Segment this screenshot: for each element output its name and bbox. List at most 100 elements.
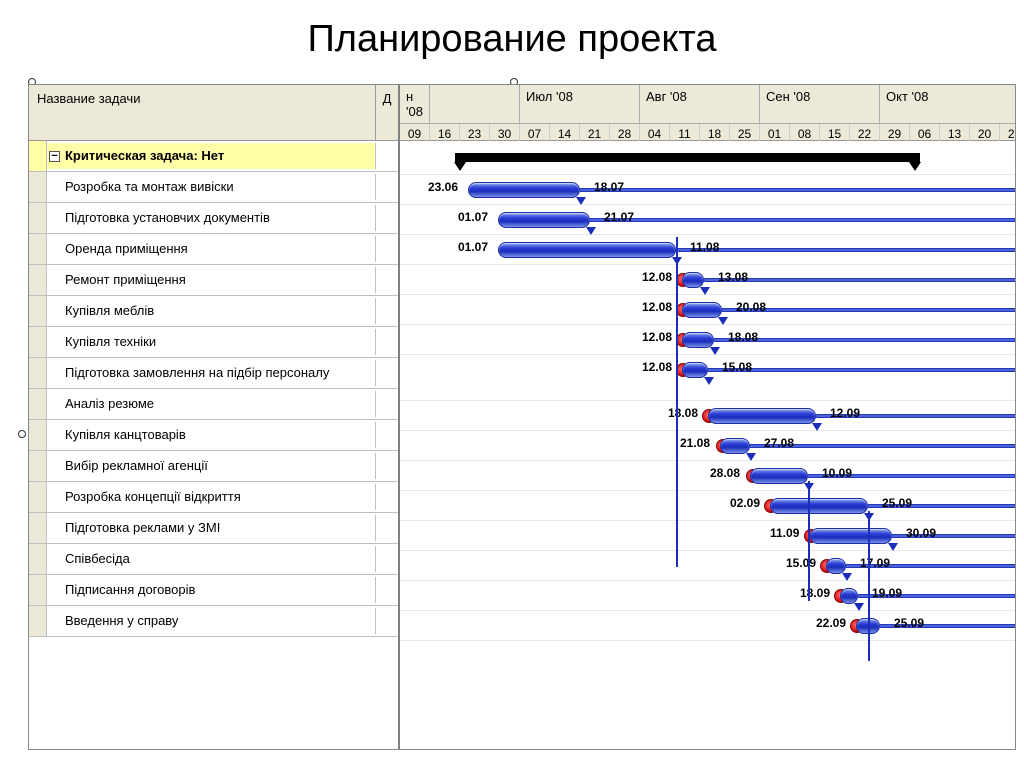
task-bar[interactable] [682,362,708,378]
timescale-days: 0916233007142128041118250108152229061320… [400,124,1015,141]
timescale-months: н '08Июл '08Авг '08Сен '08Окт '08 [400,85,1015,124]
duration-cell [376,575,398,605]
task-row[interactable]: Розробка та монтаж вивіски [29,172,398,203]
bar-end-date: 25.09 [894,616,924,630]
day-cell: 07 [520,124,550,141]
task-bar[interactable] [708,408,816,424]
task-name-cell[interactable]: Купівля меблів [47,298,376,324]
task-bar[interactable] [840,588,858,604]
bar-end-date: 25.09 [882,496,912,510]
task-row[interactable]: Розробка концепції відкриття [29,482,398,513]
gantt-timescale: н '08Июл '08Авг '08Сен '08Окт '08 091623… [400,85,1015,141]
day-cell: 20 [970,124,1000,141]
task-bar[interactable] [770,498,868,514]
duration-cell [376,141,398,171]
duration-cell [376,544,398,574]
task-bar[interactable] [498,242,676,258]
task-table-header: Название задачи Д [29,85,398,141]
task-name-cell[interactable]: Введення у справу [47,608,376,634]
bar-start-date: 18.09 [800,586,830,600]
day-cell: 15 [820,124,850,141]
gantt-row: 18.0812.09 [400,401,1015,431]
task-name-cell[interactable]: Розробка концепції відкриття [47,484,376,510]
day-cell: 23 [460,124,490,141]
collapse-toggle-icon[interactable]: − [49,151,60,162]
day-cell: 21 [580,124,610,141]
task-row[interactable]: Купівля техніки [29,327,398,358]
dependency-arrow-icon [576,197,586,205]
task-row[interactable]: Введення у справу [29,606,398,637]
indicator-cell [29,327,47,357]
bar-start-date: 02.09 [730,496,760,510]
task-table: Название задачи Д −Критическая задача: Н… [29,85,400,749]
column-header-name[interactable]: Название задачи [29,85,376,140]
task-row[interactable]: Аналіз резюме [29,389,398,420]
task-name-cell[interactable]: Розробка та монтаж вивіски [47,174,376,200]
task-row[interactable]: Підготовка реклами у ЗМІ [29,513,398,544]
task-row[interactable]: Купівля меблів [29,296,398,327]
bar-end-date: 27.08 [764,436,794,450]
indicator-cell [29,451,47,481]
task-name-cell[interactable]: Підготовка замовлення на підбір персонал… [47,360,376,386]
task-row[interactable]: Підготовка замовлення на підбір персонал… [29,358,398,389]
column-header-duration[interactable]: Д [376,85,398,140]
task-row[interactable]: Оренда приміщення [29,234,398,265]
month-cell: Сен '08 [760,85,880,123]
task-name-cell[interactable]: Підготовка установчих документів [47,205,376,231]
selection-handle[interactable] [18,430,26,438]
gantt-body[interactable]: 23.0618.0701.0721.0701.0711.0812.0813.08… [400,141,1015,749]
task-row[interactable]: Купівля канцтоварів [29,420,398,451]
task-bar[interactable] [468,182,580,198]
task-bar[interactable] [810,528,892,544]
task-bar[interactable] [720,438,750,454]
gantt-row: 12.0813.08 [400,265,1015,295]
month-cell [430,85,520,123]
indicator-cell [29,265,47,295]
task-bar[interactable] [682,332,714,348]
day-cell: 28 [610,124,640,141]
task-row[interactable]: Співбесіда [29,544,398,575]
tracking-line [590,218,1015,222]
dependency-arrow-icon [718,317,728,325]
day-cell: 14 [550,124,580,141]
bar-start-date: 28.08 [710,466,740,480]
task-name-cell[interactable]: Співбесіда [47,546,376,572]
task-name-cell[interactable]: Купівля техніки [47,329,376,355]
task-bar[interactable] [826,558,846,574]
day-cell: 01 [760,124,790,141]
dependency-arrow-icon [854,603,864,611]
task-bar[interactable] [682,302,722,318]
task-name-cell[interactable]: Аналіз резюме [47,391,376,417]
indicator-cell [29,575,47,605]
task-name-cell[interactable]: Купівля канцтоварів [47,422,376,448]
indicator-cell [29,203,47,233]
task-bar[interactable] [750,468,808,484]
task-row[interactable]: Підписання договорів [29,575,398,606]
bar-start-date: 11.09 [770,526,799,540]
month-cell: Июл '08 [520,85,640,123]
task-bar[interactable] [682,272,704,288]
gantt-chart[interactable]: н '08Июл '08Авг '08Сен '08Окт '08 091623… [400,85,1015,749]
bar-end-date: 18.08 [728,330,758,344]
task-row[interactable]: Вибір рекламної агенції [29,451,398,482]
group-label[interactable]: −Критическая задача: Нет [47,143,376,169]
task-name-cell[interactable]: Вибір рекламної агенції [47,453,376,479]
gantt-row: 01.0721.07 [400,205,1015,235]
task-name-cell[interactable]: Підписання договорів [47,577,376,603]
bar-start-date: 21.08 [680,436,710,450]
task-group-row[interactable]: −Критическая задача: Нет [29,141,398,172]
indicator-cell [29,544,47,574]
bar-start-date: 15.09 [786,556,816,570]
gantt-row: 15.09 17.09 [400,551,1015,581]
task-bar[interactable] [498,212,590,228]
task-name-cell[interactable]: Підготовка реклами у ЗМІ [47,515,376,541]
dependency-arrow-icon [586,227,596,235]
task-row[interactable]: Ремонт приміщення [29,265,398,296]
task-row[interactable]: Підготовка установчих документів [29,203,398,234]
indicator-cell [29,389,47,419]
task-name-cell[interactable]: Ремонт приміщення [47,267,376,293]
month-cell: Авг '08 [640,85,760,123]
bar-end-date: 17.09 [860,556,890,570]
task-name-cell[interactable]: Оренда приміщення [47,236,376,262]
summary-bar[interactable] [455,153,920,162]
